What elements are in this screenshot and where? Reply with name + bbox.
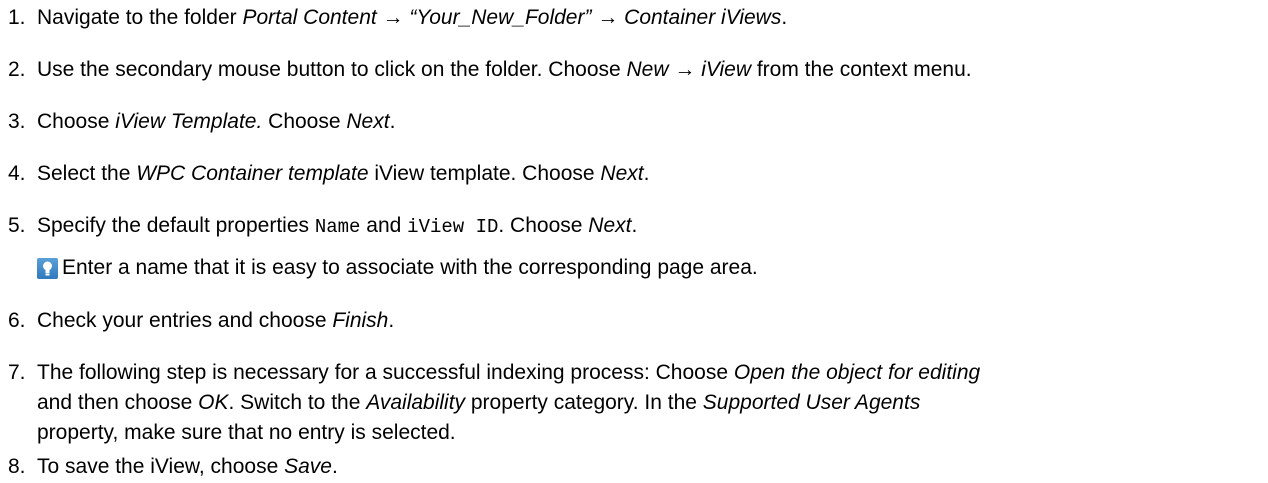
step-text: To save the iView, choose Save. [37,455,338,478]
step-text: Select the WPC Container template iView … [37,162,650,185]
step-number: 6. [8,309,26,332]
step-text: Choose iView Template. Choose Next. [37,110,396,133]
step-number: 3. [8,110,26,133]
step-7-line-2: and then choose OK. Switch to the Availa… [37,391,921,414]
step-7-line-3: property, make sure that no entry is sel… [37,421,456,444]
step-number: 2. [8,58,26,81]
step-text: Use the secondary mouse button to click … [37,58,972,81]
step-number: 1. [8,6,26,29]
step-text: Check your entries and choose Finish. [37,309,395,332]
step-number: 4. [8,162,26,185]
lightbulb-tip-icon [37,258,58,279]
step-number: 8. [8,455,26,478]
tip-text: Enter a name that it is easy to associat… [62,256,758,279]
step-number: 5. [8,214,26,237]
step-text: Specify the default properties Name and … [37,214,638,238]
step-number: 7. [8,361,26,384]
step-text: The following step is necessary for a su… [37,361,981,384]
step-text: Navigate to the folder Portal Content → … [37,6,788,29]
